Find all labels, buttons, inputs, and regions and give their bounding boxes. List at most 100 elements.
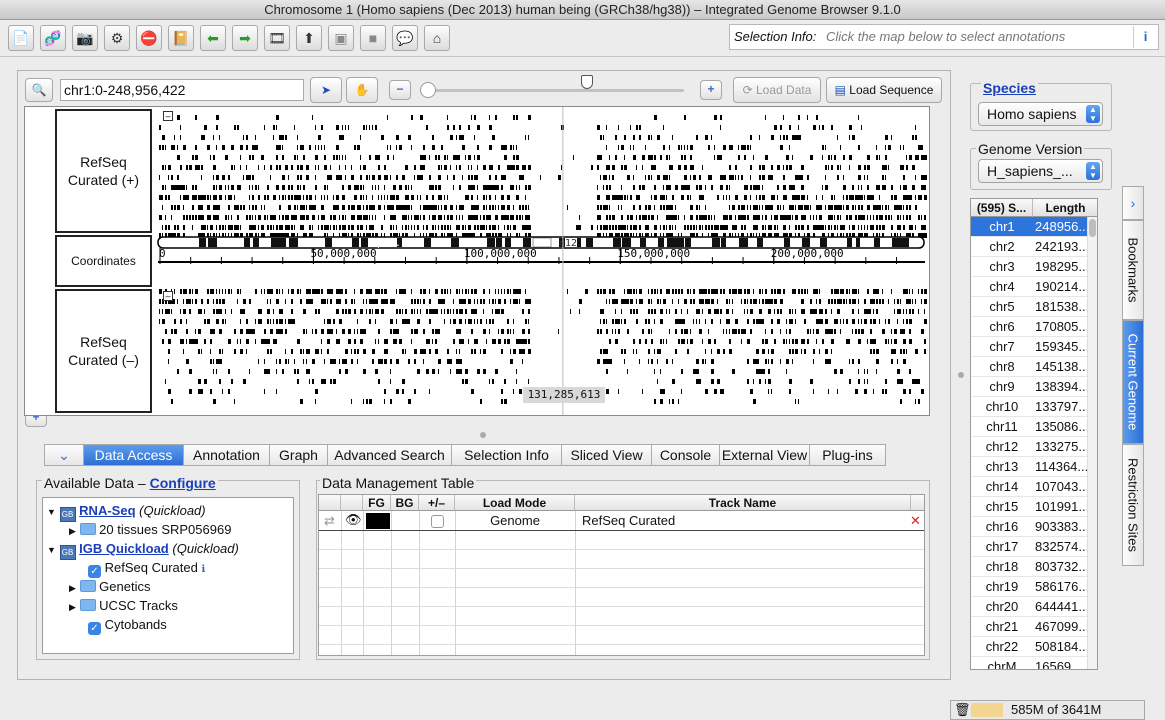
tab-plug-ins[interactable]: Plug-ins	[810, 444, 886, 466]
chromosome-row[interactable]: chr21 467099...	[971, 617, 1097, 637]
track-area[interactable]: RefSeq Curated (+) Coordinates RefSeq Cu…	[24, 106, 930, 416]
column-header-length[interactable]: Length	[1033, 199, 1097, 217]
species-select[interactable]: Homo sapiens ▲ ▼	[978, 102, 1103, 126]
chromosome-row[interactable]: chrM 16569	[971, 657, 1097, 669]
tree-node-genetics[interactable]: ▶ Genetics	[69, 577, 150, 596]
info-icon[interactable]: ℹ	[201, 564, 205, 575]
species-link[interactable]: Species	[981, 80, 1038, 96]
book-icon[interactable]: 📔	[168, 25, 194, 51]
chromosome-row[interactable]: chr1 248956...	[971, 217, 1097, 237]
tab-restriction-sites[interactable]: Restriction Sites	[1122, 444, 1144, 566]
open-file-icon[interactable]: 📄	[8, 25, 34, 51]
selection-info-field[interactable]: Selection Info: Click the map below to s…	[729, 24, 1159, 50]
chromosome-row[interactable]: chr19 586176...	[971, 577, 1097, 597]
track-name-cell[interactable]: RefSeq Curated	[582, 512, 675, 530]
chromosome-row[interactable]: chr2 242193...	[971, 237, 1097, 257]
checkbox-checked-icon[interactable]: ✓	[88, 622, 101, 635]
chromosome-row[interactable]: chr6 170805...	[971, 317, 1097, 337]
chromosome-row[interactable]: chr15 101991...	[971, 497, 1097, 517]
column-header-plus-minus[interactable]: +/–	[419, 495, 455, 511]
expand-triangle-icon[interactable]: ▼	[47, 507, 56, 517]
foreground-color-swatch[interactable]	[366, 513, 390, 529]
search-icon[interactable]: 🔍	[25, 78, 53, 102]
genome-version-select[interactable]: H_sapiens_... ▲ ▼	[978, 159, 1103, 183]
expand-triangle-icon[interactable]: ▼	[47, 545, 56, 555]
chromosome-row[interactable]: chr8 145138...	[971, 357, 1097, 377]
tab-annotation[interactable]: Annotation	[184, 444, 270, 466]
track-label-coordinates[interactable]: Coordinates	[55, 235, 152, 287]
scrollbar[interactable]	[1087, 217, 1097, 669]
tree-node-rna-seq[interactable]: ▼ GB RNA-Seq (Quickload)	[47, 501, 206, 522]
forward-arrow-icon[interactable]: ➡	[232, 25, 258, 51]
collapse-tabs-icon[interactable]: ⌄	[44, 444, 84, 466]
column-header-bg[interactable]: BG	[391, 495, 419, 511]
tab-data-access[interactable]: Data Access	[84, 444, 184, 466]
chromosome-row[interactable]: chr18 803732...	[971, 557, 1097, 577]
tree-node-cytobands[interactable]: ✓ Cytobands	[88, 615, 167, 635]
upload-icon[interactable]: ⬆	[296, 25, 322, 51]
load-sequence-button[interactable]: ▤ Load Sequence	[826, 77, 942, 103]
hand-icon[interactable]: ✋	[346, 77, 378, 103]
scrollbar-thumb[interactable]	[1089, 219, 1096, 237]
collapse-triangle-icon[interactable]: ▶	[69, 526, 76, 536]
panel-icon-2[interactable]: ■	[360, 25, 386, 51]
stop-icon[interactable]: ⛔	[136, 25, 162, 51]
location-input[interactable]: chr1:0-248,956,422	[60, 79, 304, 101]
expand-panel-icon[interactable]: ›	[1122, 186, 1144, 220]
speech-bubble-icon[interactable]: 💬	[392, 25, 418, 51]
load-data-button[interactable]: ⟳ Load Data	[733, 77, 821, 103]
zoom-slider-track[interactable]	[428, 89, 684, 92]
chromosome-row[interactable]: chr13 114364...	[971, 457, 1097, 477]
chromosome-table[interactable]: (595) S... Length chr1 248956... chr2 24219…	[970, 198, 1098, 670]
track-canvas[interactable]: p31.1 q120 50,000,000 100,000,000 150,000,00…	[155, 107, 930, 416]
chromosome-row[interactable]: chr9 138394...	[971, 377, 1097, 397]
chromosome-row[interactable]: chr7 159345...	[971, 337, 1097, 357]
split-handle[interactable]	[480, 432, 486, 438]
gear-icon[interactable]: ⚙	[104, 25, 130, 51]
chromosome-row[interactable]: chr17 832574...	[971, 537, 1097, 557]
source-link[interactable]: RNA-Seq	[79, 503, 135, 518]
chromosome-row[interactable]: chr14 107043...	[971, 477, 1097, 497]
tab-current-genome[interactable]: Current Genome	[1122, 320, 1144, 444]
split-handle-right[interactable]	[958, 372, 964, 378]
camera-icon[interactable]: 📷	[72, 25, 98, 51]
tab-external-view[interactable]: External View	[720, 444, 810, 466]
dna-icon[interactable]: 🧬	[40, 25, 66, 51]
zoom-out-button[interactable]: −	[389, 80, 411, 100]
film-icon[interactable]: 🎞	[264, 25, 290, 51]
collapse-triangle-icon[interactable]: ▶	[69, 602, 76, 612]
tab-console[interactable]: Console	[652, 444, 720, 466]
chromosome-row[interactable]: chr5 181538...	[971, 297, 1097, 317]
collapse-triangle-icon[interactable]: ▶	[69, 583, 76, 593]
tab-selection-info[interactable]: Selection Info	[452, 444, 562, 466]
chromosome-row[interactable]: chr10 133797...	[971, 397, 1097, 417]
chromosome-row[interactable]: chr20 644441...	[971, 597, 1097, 617]
refresh-icon[interactable]: ⇄	[324, 513, 335, 529]
tree-node-20-tissues[interactable]: ▶ 20 tissues SRP056969	[69, 520, 231, 539]
home-icon[interactable]: ⌂	[424, 25, 450, 51]
chromosome-row[interactable]: chr16 903383...	[971, 517, 1097, 537]
column-header-track-name[interactable]: Track Name	[575, 495, 911, 511]
tab-bookmarks[interactable]: Bookmarks	[1122, 220, 1144, 320]
data-management-table[interactable]: FG BG +/– Load Mode Track Name ⇄ 👁 Genom…	[318, 494, 925, 656]
data-source-tree[interactable]: ▼ GB RNA-Seq (Quickload) ▶ 20 tissues SR…	[42, 497, 294, 654]
select-arrow-icon[interactable]: ➤	[310, 77, 342, 103]
zoom-in-button[interactable]: +	[700, 80, 722, 100]
back-arrow-icon[interactable]: ⬅	[200, 25, 226, 51]
column-header-sequence[interactable]: (595) S...	[971, 199, 1033, 217]
source-link[interactable]: IGB Quickload	[79, 541, 169, 556]
load-mode-cell[interactable]: Genome	[455, 512, 575, 530]
track-label-refseq-plus[interactable]: RefSeq Curated (+)	[55, 109, 152, 233]
tree-node-igb-quickload[interactable]: ▼ GB IGB Quickload (Quickload)	[47, 539, 239, 560]
tree-node-refseq-curated[interactable]: ✓ RefSeq Curated ℹ	[88, 558, 205, 578]
zoom-slider-knob[interactable]	[420, 82, 436, 98]
panel-icon[interactable]: ▣	[328, 25, 354, 51]
chromosome-row[interactable]: chr3 198295...	[971, 257, 1097, 277]
chromosome-row[interactable]: chr11 135086...	[971, 417, 1097, 437]
collapse-minus-track-icon[interactable]: –	[163, 291, 173, 301]
info-icon[interactable]: i	[1133, 26, 1157, 48]
configure-link[interactable]: Configure	[150, 475, 216, 491]
eye-icon[interactable]: 👁	[345, 512, 362, 528]
zoom-marker[interactable]	[581, 75, 593, 89]
chromosome-row[interactable]: chr4 190214...	[971, 277, 1097, 297]
